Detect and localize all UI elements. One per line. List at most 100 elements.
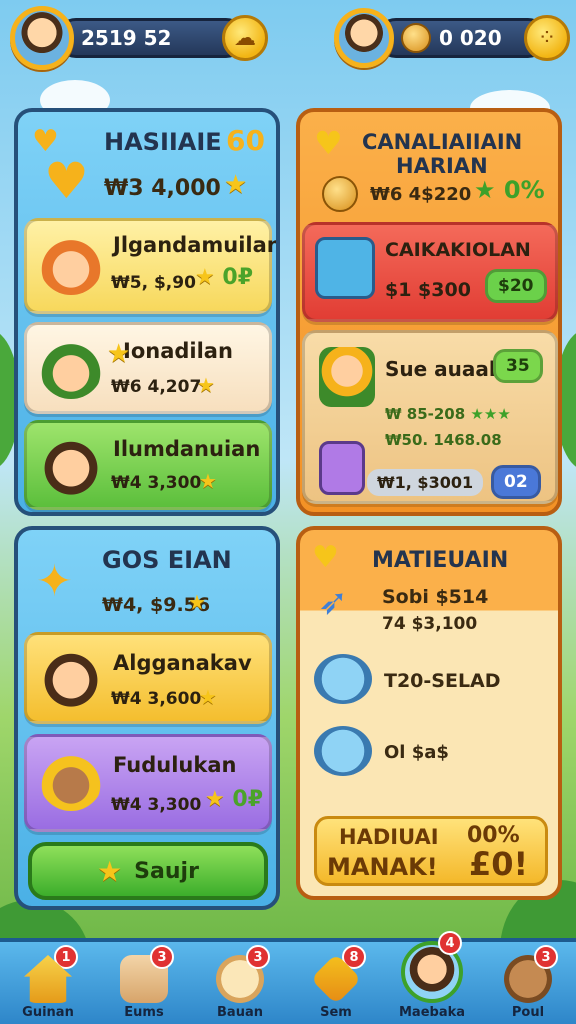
shop-item-card[interactable]: Ilumdanuian ₩4 3,300 ★ [24, 420, 272, 510]
item-name: CAIKAKIOLAN [385, 239, 531, 261]
character-portrait-icon [39, 645, 103, 709]
star-icon: ★ [199, 685, 217, 709]
panel-price: ₩6 4$220 [370, 184, 472, 205]
nav-label: Bauan [217, 1005, 263, 1020]
cloud-icon: ☁ [234, 25, 256, 51]
nav-label: Poul [511, 1005, 545, 1020]
character-portrait-icon [39, 335, 103, 399]
pet-mouse-icon [314, 726, 372, 776]
heart-large-icon: ♥ [44, 152, 89, 210]
robot-toy-icon [319, 441, 365, 495]
shop-item-card[interactable]: Jlgandamuilan ₩5, $,90 ★ 0₽ [24, 218, 276, 314]
item-price: ₩4 3,600 [111, 689, 202, 709]
daily-shop-panel: ♥ HASIIAIE 60 ♥ ₩3 4,000 ★ Jlgandamuilan… [14, 108, 280, 516]
add-currency-button[interactable]: ☁ [222, 15, 268, 61]
buy-button[interactable]: 35 [493, 349, 543, 383]
promo-title: HADIUAI [339, 825, 439, 849]
coin-icon [322, 176, 358, 212]
goods-panel: ✦ GOS EIAN ₩4, $9.56 ★ Algganakav ₩4 3,6… [14, 526, 280, 910]
star-icon: ★ [188, 590, 206, 614]
promo-banner[interactable]: HADIUAI MANAK! 00% £0! [314, 816, 548, 886]
promo-value: £0! [469, 845, 529, 883]
pet-name[interactable]: Ol $a$ [384, 742, 449, 763]
currency-value: 2519 52 [81, 26, 172, 50]
buy-button[interactable]: $20 [485, 269, 547, 303]
rocket-icon: ➶ [318, 582, 349, 623]
item-name: Sue auaal [385, 357, 496, 381]
item-price: ₩6 4,207 [111, 377, 202, 397]
discount-tag: ★ 0% [474, 176, 545, 204]
star-icon: ★ [107, 339, 131, 369]
nav-label: Sem [320, 1005, 352, 1020]
panel-title-badge: 60 [226, 124, 265, 157]
notification-badge: 3 [534, 945, 558, 969]
item-tag: ★ 0₽ [205, 787, 263, 812]
heart-icon: ♥ [312, 540, 339, 575]
character-gift-icon [319, 347, 375, 407]
friend-avatar[interactable] [334, 8, 394, 68]
heart-icon: ♥ [314, 124, 343, 162]
item-price: $1 $300 [385, 279, 471, 301]
item-price: ₩5, $,90 [111, 273, 196, 293]
star-icon: ★ [474, 176, 496, 204]
item-detail-line: ₩50. 1468.08 [385, 431, 502, 449]
pet-name[interactable]: T20-SELAD [384, 670, 501, 692]
item-price: ₩1, $3001 [367, 469, 484, 496]
grid-icon: ⁘ [537, 25, 557, 51]
nav-label: Maebaka [398, 1005, 466, 1020]
wand-icon: ✦ [36, 556, 73, 607]
star-icon: ★★★ [470, 405, 511, 423]
bottom-navigation: 1 Guinan 3 Eums 3 Bauan 8 Sem 4 Maebaka … [0, 931, 576, 1024]
panel-title: GOS EIAN [102, 546, 232, 574]
nav-item-food[interactable]: 3 Bauan [192, 945, 288, 1020]
star-icon: ★ [195, 265, 215, 290]
coins-display: 0 020 [376, 18, 548, 58]
star-icon: ★ [205, 787, 225, 812]
star-icon: ★ [97, 854, 123, 888]
panel-subtitle: HARIAN [396, 154, 488, 178]
offer-item-card[interactable]: Sue auaal 35 ₩ 85-208 ★★★ ₩50. 1468.08 ₩… [302, 330, 558, 504]
nav-item-pets[interactable]: 3 Poul [480, 945, 576, 1020]
nav-item-character[interactable]: 4 Maebaka [384, 931, 480, 1020]
item-detail-text: ₩ 85-208 [385, 405, 466, 423]
item-tag-text: 0₽ [232, 787, 264, 812]
notification-badge: 3 [150, 945, 174, 969]
item-detail-line: ₩ 85-208 ★★★ [385, 405, 511, 423]
nav-item-items[interactable]: 3 Eums [96, 945, 192, 1020]
save-button[interactable]: ★ Saujr [28, 842, 268, 900]
menu-button[interactable]: ⁘ [524, 15, 570, 61]
item-tag-text: 0₽ [222, 265, 254, 290]
character-portrait-icon [39, 231, 103, 295]
item-name: Algganakav [113, 651, 252, 675]
currency-display: 2519 52 [56, 18, 246, 58]
nav-item-home[interactable]: 1 Guinan [0, 945, 96, 1020]
nav-item-battle[interactable]: 8 Sem [288, 945, 384, 1020]
panel-title: MATIEUAIN [372, 548, 509, 573]
panel-price: ₩3 4,000 [104, 176, 221, 201]
nav-label: Eums [124, 1005, 164, 1020]
player-avatar[interactable] [10, 6, 74, 70]
daily-offers-panel: ♥ CANALIAIIAIN HARIAN ₩6 4$220 ★ 0% CAIK… [296, 108, 562, 516]
buy-button[interactable]: 02 [491, 465, 541, 499]
star-icon: ★ [199, 469, 217, 493]
promo-subtitle: MANAK! [327, 853, 438, 881]
offer-item-card[interactable]: CAIKAKIOLAN $1 $300 $20 [302, 222, 558, 322]
item-name: Jlgandamuilan [113, 233, 280, 257]
panel-title: HASIIAIE [104, 128, 222, 156]
shop-item-card[interactable]: Algganakav ₩4 3,600 ★ [24, 632, 272, 724]
character-portrait-icon [39, 433, 103, 497]
item-price: ₩4 3,300 [111, 795, 202, 815]
buy-button-label: 35 [506, 356, 530, 376]
star-icon: ★ [224, 170, 248, 200]
shop-item-card[interactable]: Fudulukan ₩4 3,300 ★ 0₽ [24, 734, 272, 832]
shop-item-card[interactable]: Ionadilan ₩6 4,207 ★ ★ [24, 322, 272, 414]
price-line: Sobi $514 [382, 586, 489, 608]
notification-badge: 4 [438, 931, 462, 955]
notification-badge: 3 [246, 945, 270, 969]
character-portrait-icon [39, 747, 103, 811]
coin-icon [401, 23, 431, 53]
panel-title: CANALIAIIAIN [362, 130, 523, 154]
materials-panel: ♥ MATIEUAIN ➶ Sobi $514 74 $3,100 T20-SE… [296, 526, 562, 900]
discount-tag-text: 0% [503, 176, 545, 204]
star-icon: ★ [197, 373, 215, 397]
